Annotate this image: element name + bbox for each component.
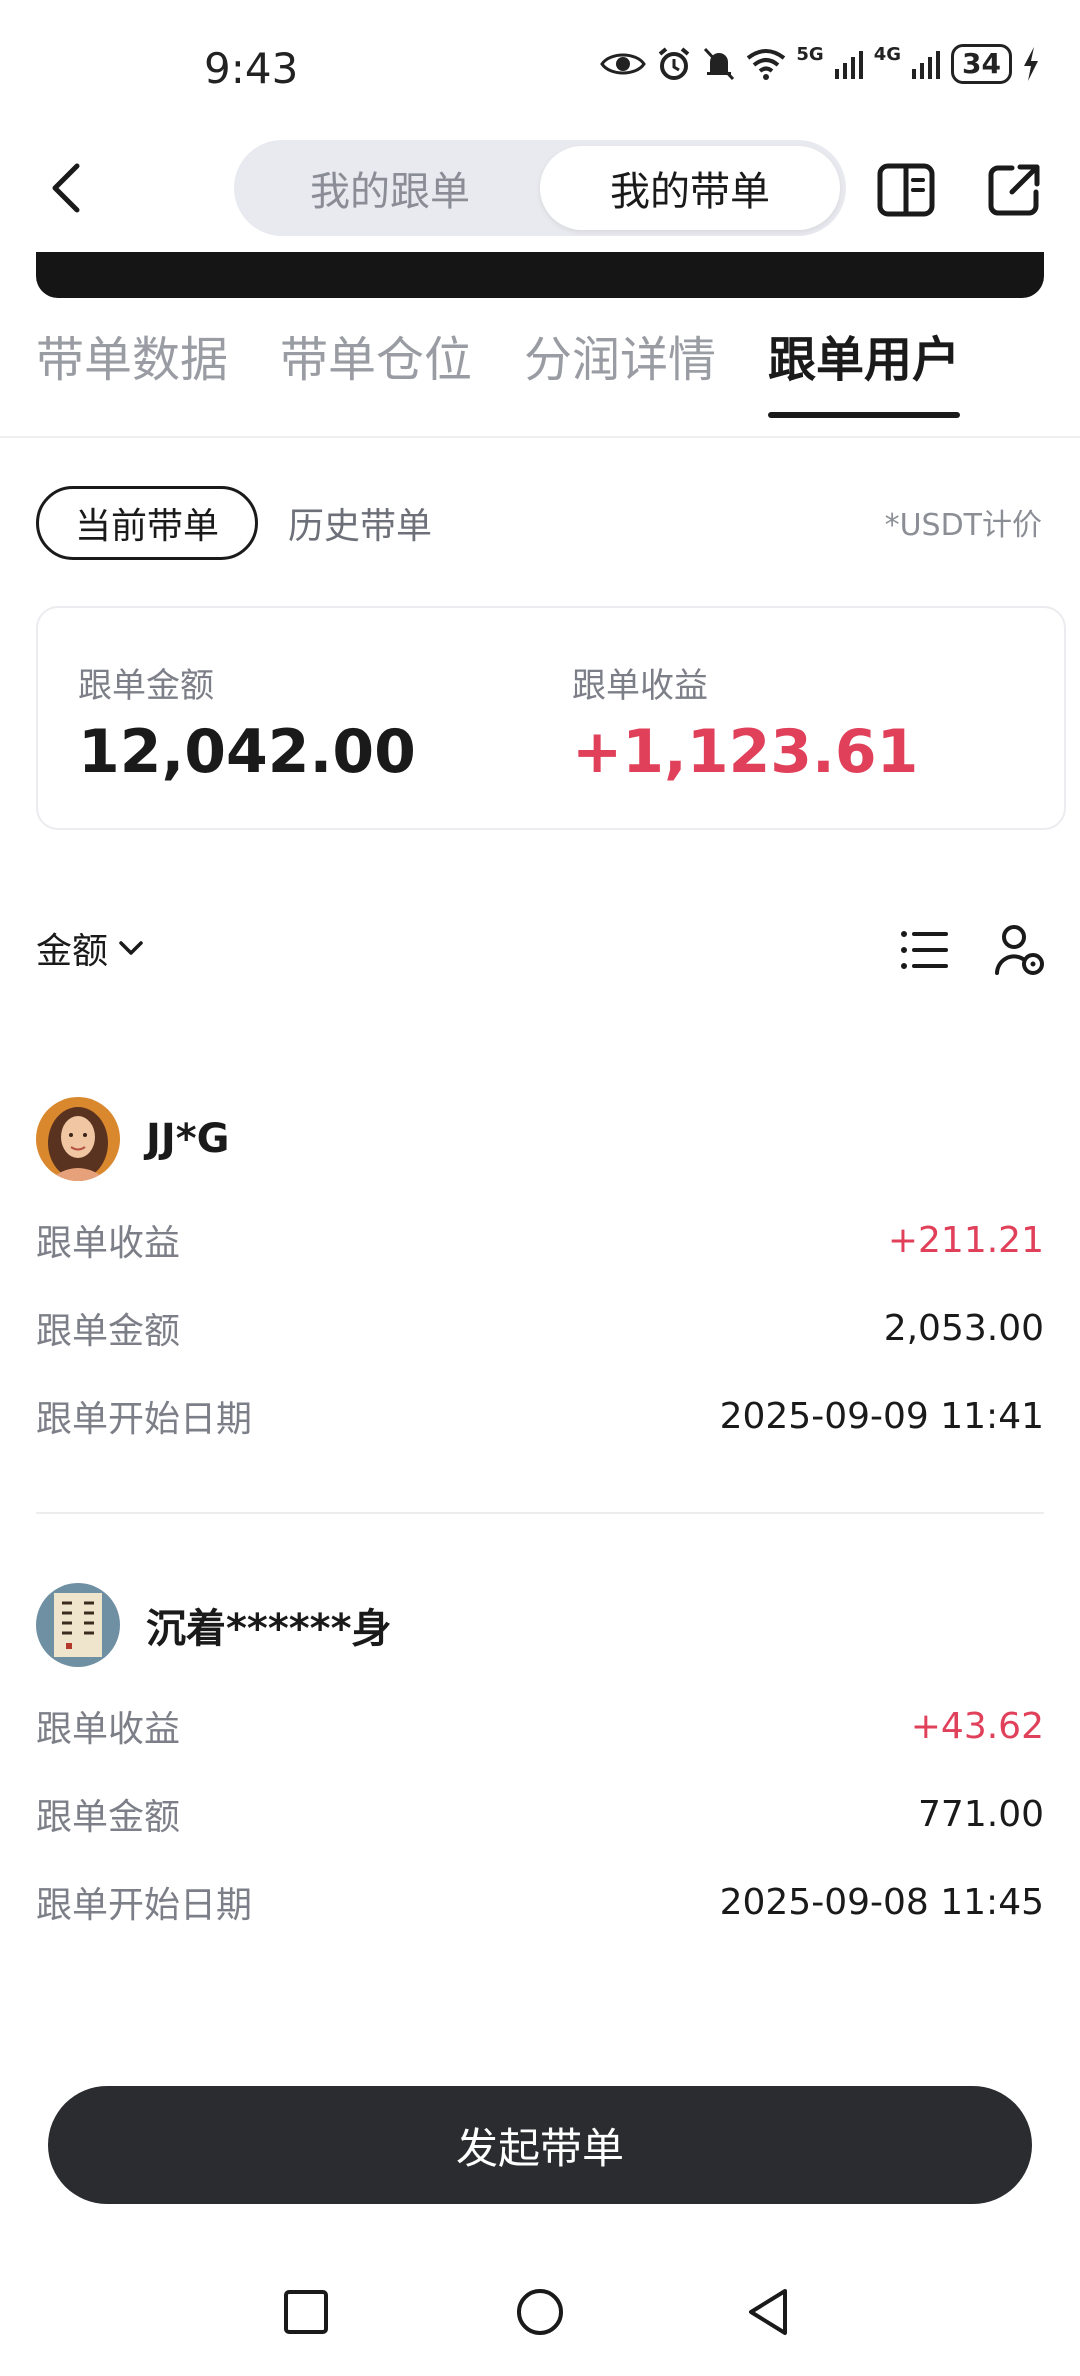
- avatar: [36, 1097, 120, 1181]
- home-button[interactable]: [510, 2282, 570, 2342]
- tab-lead-data[interactable]: 带单数据: [36, 320, 228, 418]
- summary-amount-label: 跟单金额: [78, 666, 214, 706]
- summary-profit: 跟单收益 +1,123.61: [572, 658, 918, 787]
- follower-amount-value: 771.00: [918, 1793, 1044, 1835]
- share-icon: [988, 164, 1040, 216]
- status-time: 9:43: [204, 44, 299, 93]
- follower-card[interactable]: 沉着******身 跟单收益 +43.62 跟单金额 771.00 跟单开始日期…: [36, 1580, 1044, 1946]
- follower-profit-row: 跟单收益 +211.21: [36, 1196, 1044, 1284]
- follower-settings-button[interactable]: [990, 920, 1050, 980]
- segment-my-lead-orders[interactable]: 我的带单: [540, 146, 840, 230]
- network-4g-label: 4G: [873, 44, 902, 65]
- eye-icon: [600, 53, 647, 75]
- mute-icon: [704, 47, 735, 81]
- book-button[interactable]: [876, 160, 936, 220]
- summary-amount-value: 12,042.00: [78, 717, 416, 787]
- follower-amount-value: 2,053.00: [883, 1307, 1044, 1349]
- follower-amount-label: 跟单金额: [36, 1311, 181, 1352]
- share-button[interactable]: [984, 160, 1044, 220]
- chevron-left-icon: [52, 163, 80, 213]
- avatar: [36, 1583, 120, 1667]
- alarm-icon: [659, 47, 690, 80]
- signal-icon: [912, 51, 941, 79]
- list-icon: [901, 931, 948, 969]
- follower-divider: [36, 1512, 1044, 1514]
- back-button[interactable]: [40, 158, 92, 218]
- square-icon: [284, 2290, 328, 2334]
- summary-amount: 跟单金额 12,042.00: [78, 658, 416, 787]
- wifi-icon: [747, 49, 786, 80]
- triangle-back-icon: [749, 2289, 787, 2335]
- tab-lead-positions[interactable]: 带单仓位: [280, 320, 472, 418]
- follower-start-label: 跟单开始日期: [36, 1399, 253, 1440]
- battery-level: 34: [951, 44, 1012, 84]
- tabs-divider: [0, 436, 1080, 438]
- circle-icon: [517, 2289, 563, 2335]
- tab-followers[interactable]: 跟单用户: [768, 320, 961, 418]
- follower-amount-row: 跟单金额 771.00: [36, 1770, 1044, 1858]
- list-view-button[interactable]: [894, 920, 954, 980]
- network-5g-label: 5G: [796, 44, 824, 65]
- summary-card: 跟单金额 12,042.00 跟单收益 +1,123.61: [36, 606, 1066, 830]
- follower-start-label: 跟单开始日期: [36, 1885, 253, 1926]
- charging-icon: [1024, 47, 1038, 81]
- follower-name: JJ*G: [146, 1116, 230, 1162]
- filter-history-orders[interactable]: 历史带单: [288, 486, 432, 560]
- follower-header: 沉着******身: [36, 1580, 1044, 1670]
- follower-profit-value: +211.21: [887, 1219, 1044, 1261]
- filter-current-orders[interactable]: 当前带单: [36, 486, 259, 560]
- follower-header: JJ*G: [36, 1094, 1044, 1184]
- status-icons: 5G 4G 34: [600, 44, 1040, 84]
- recent-apps-button[interactable]: [276, 2282, 336, 2342]
- sort-dropdown[interactable]: 金额: [36, 922, 144, 974]
- follower-profit-row: 跟单收益 +43.62: [36, 1682, 1044, 1770]
- signal-icon: [834, 51, 863, 79]
- follower-profit-label: 跟单收益: [36, 1709, 181, 1750]
- summary-profit-value: +1,123.61: [572, 717, 919, 787]
- follower-amount-label: 跟单金额: [36, 1797, 181, 1838]
- follower-name: 沉着******身: [146, 1606, 392, 1652]
- follower-profit-value: +43.62: [910, 1705, 1044, 1747]
- user-settings-icon: [995, 925, 1044, 975]
- tab-profit-share[interactable]: 分润详情: [524, 320, 716, 418]
- segment-my-follow-orders[interactable]: 我的跟单: [240, 146, 540, 230]
- follower-start-row: 跟单开始日期 2025-09-08 11:45: [36, 1858, 1044, 1946]
- currency-note: *USDT计价: [884, 508, 1042, 543]
- follower-start-value: 2025-09-09 11:41: [719, 1395, 1044, 1437]
- follower-amount-row: 跟单金额 2,053.00: [36, 1284, 1044, 1372]
- follower-start-row: 跟单开始日期 2025-09-09 11:41: [36, 1372, 1044, 1460]
- banner-strip: [36, 252, 1044, 298]
- summary-profit-label: 跟单收益: [572, 666, 708, 706]
- follower-start-value: 2025-09-08 11:45: [719, 1881, 1044, 1923]
- chevron-down-icon: [119, 941, 143, 955]
- view-switcher: 我的跟单 我的带单: [234, 140, 846, 236]
- sort-label: 金额: [36, 931, 109, 972]
- follower-card[interactable]: JJ*G 跟单收益 +211.21 跟单金额 2,053.00 跟单开始日期 2…: [36, 1094, 1044, 1460]
- book-icon: [877, 163, 935, 217]
- launch-lead-button[interactable]: 发起带单: [48, 2086, 1032, 2204]
- follower-profit-label: 跟单收益: [36, 1223, 181, 1264]
- back-nav-button[interactable]: [738, 2282, 798, 2342]
- tab-bar: 带单数据 带单仓位 分润详情 跟单用户: [36, 320, 961, 418]
